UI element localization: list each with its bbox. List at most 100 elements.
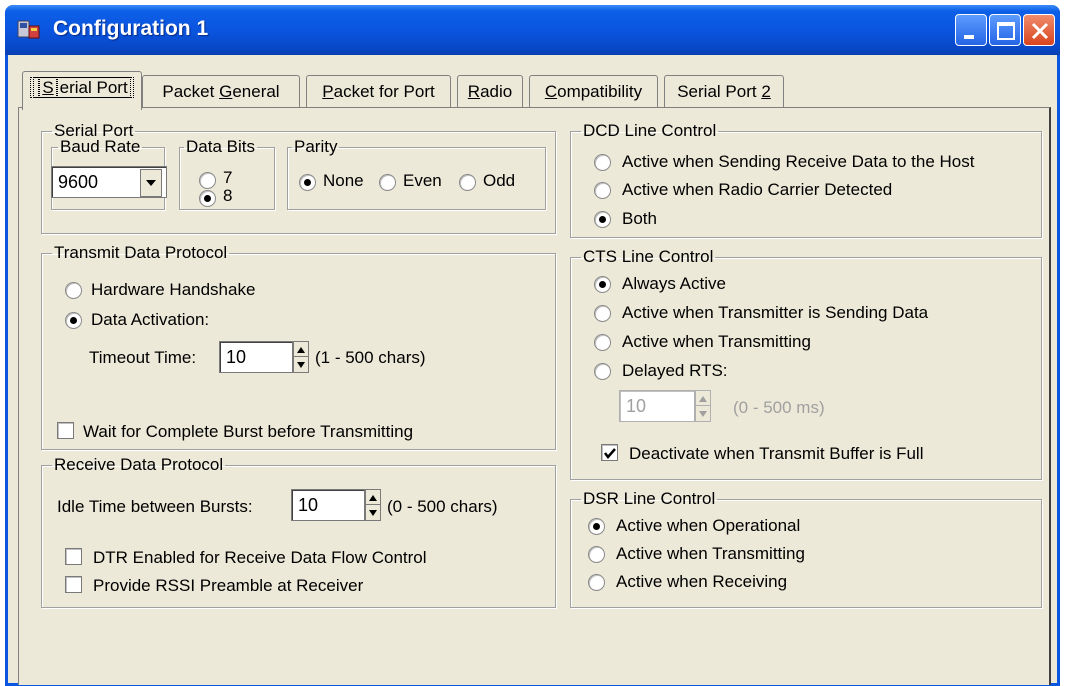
cts-sending-data-radio[interactable] — [594, 305, 611, 322]
title-bar[interactable]: Configuration 1 — [5, 5, 1060, 55]
data-activation-radio[interactable] — [65, 312, 82, 329]
dcd-carrier-detected-radio[interactable] — [594, 182, 611, 199]
tab-panel: Serial Port Baud Rate 9600 Data Bits 7 8… — [18, 107, 1051, 685]
arrow-down-icon — [369, 510, 377, 516]
dsr-receiving-label: Active when Receiving — [616, 572, 788, 591]
tab-mnemonic: 2 — [761, 82, 771, 101]
wait-burst-checkbox[interactable] — [57, 422, 74, 439]
cts-always-active-radio[interactable] — [594, 276, 611, 293]
deactivate-buffer-full-checkbox[interactable] — [601, 444, 618, 461]
tab-packet-general[interactable]: Packet General — [142, 75, 300, 109]
baud-rate-select[interactable]: 9600 — [51, 166, 167, 198]
tab-mnemonic: S — [39, 77, 57, 98]
tab-compatibility[interactable]: Compatibility — [529, 75, 658, 109]
spin-up-button[interactable] — [696, 391, 710, 406]
arrow-up-icon — [699, 396, 707, 402]
hardware-handshake-radio[interactable] — [65, 282, 82, 299]
idle-time-spinner[interactable] — [365, 489, 381, 521]
dsr-transmitting-label: Active when Transmitting — [616, 544, 805, 563]
spin-up-button[interactable] — [294, 342, 308, 357]
parity-none-radio[interactable] — [299, 174, 316, 191]
delayed-rts-value: 10 — [626, 396, 647, 416]
dtr-enabled-label: DTR Enabled for Receive Data Flow Contro… — [93, 548, 427, 567]
spin-down-button[interactable] — [366, 505, 380, 520]
tab-label-post: eneral — [232, 82, 280, 101]
parity-even-label: Even — [403, 171, 442, 190]
data-bits-legend: Data Bits — [186, 137, 255, 156]
maximize-icon — [997, 22, 1015, 40]
baud-rate-dropdown-button[interactable] — [140, 169, 162, 197]
close-icon — [1031, 22, 1049, 40]
parity-none-label: None — [323, 171, 364, 190]
tab-packet-for-port[interactable]: Packet for Port — [306, 75, 451, 109]
hardware-handshake-label: Hardware Handshake — [91, 280, 256, 299]
arrow-down-icon — [699, 411, 707, 417]
cts-transmitting-label: Active when Transmitting — [622, 332, 811, 351]
timeout-time-spinner[interactable] — [293, 341, 309, 373]
cts-sending-data-label: Active when Transmitter is Sending Data — [622, 303, 929, 322]
timeout-time-label: Timeout Time: — [89, 348, 197, 367]
tab-mnemonic: C — [544, 82, 558, 101]
spin-down-button[interactable] — [294, 357, 308, 372]
tab-radio[interactable]: Radio — [457, 75, 523, 109]
data-bits-8-radio[interactable] — [199, 190, 216, 207]
delayed-rts-range-label: (0 - 500 ms) — [733, 398, 825, 417]
app-icon — [17, 20, 40, 39]
cts-transmitting-radio[interactable] — [594, 334, 611, 351]
idle-time-label: Idle Time between Bursts: — [57, 497, 253, 516]
timeout-time-input[interactable]: 10 — [219, 341, 293, 373]
close-button[interactable] — [1023, 14, 1055, 46]
cts-delayed-rts-radio[interactable] — [594, 363, 611, 380]
receive-protocol-legend: Receive Data Protocol — [54, 455, 224, 474]
chevron-down-icon — [146, 180, 156, 186]
window-title: Configuration 1 — [53, 17, 209, 40]
dcd-both-radio[interactable] — [594, 211, 611, 228]
dsr-operational-label: Active when Operational — [616, 516, 801, 535]
data-bits-8-label: 8 — [223, 186, 233, 205]
minimize-button[interactable] — [955, 14, 987, 46]
parity-odd-radio[interactable] — [459, 174, 476, 191]
baud-rate-value: 9600 — [58, 172, 99, 192]
dsr-transmitting-radio[interactable] — [588, 546, 605, 563]
checkmark-icon — [604, 448, 616, 459]
rssi-preamble-label: Provide RSSI Preamble at Receiver — [93, 576, 364, 595]
idle-range-label: (0 - 500 chars) — [387, 497, 498, 516]
dcd-both-label: Both — [622, 209, 657, 228]
tab-mnemonic: G — [219, 82, 233, 101]
spin-down-button[interactable] — [696, 406, 710, 421]
idle-time-value: 10 — [298, 495, 319, 515]
cts-always-active-label: Always Active — [622, 274, 726, 293]
tab-label-post: acket for Port — [333, 82, 435, 101]
timeout-range-label: (1 - 500 chars) — [315, 348, 426, 367]
delayed-rts-spinner[interactable] — [695, 390, 711, 422]
dcd-sending-receive-label: Active when Sending Receive Data to the … — [622, 152, 975, 171]
data-bits-7-radio[interactable] — [199, 172, 216, 189]
deactivate-buffer-full-label: Deactivate when Transmit Buffer is Full — [629, 444, 924, 463]
tab-mnemonic: P — [322, 82, 334, 101]
dcd-line-control-legend: DCD Line Control — [583, 121, 717, 140]
spin-up-button[interactable] — [366, 490, 380, 505]
dsr-operational-radio[interactable] — [588, 518, 605, 535]
baud-rate-legend: Baud Rate — [60, 137, 141, 156]
maximize-button[interactable] — [989, 14, 1021, 46]
tab-serial-port-2[interactable]: Serial Port 2 — [664, 75, 784, 109]
tab-serial-port[interactable]: Serial Port — [22, 71, 142, 110]
cts-line-control-legend: CTS Line Control — [583, 247, 714, 266]
arrow-up-icon — [297, 347, 305, 353]
parity-odd-label: Odd — [483, 171, 516, 190]
cts-delayed-rts-label: Delayed RTS: — [622, 361, 728, 380]
minimize-icon — [964, 35, 974, 39]
dtr-enabled-checkbox[interactable] — [65, 548, 82, 565]
data-bits-7-label: 7 — [223, 168, 233, 187]
dcd-sending-receive-radio[interactable] — [594, 154, 611, 171]
dcd-carrier-detected-label: Active when Radio Carrier Detected — [622, 180, 893, 199]
dsr-receiving-radio[interactable] — [588, 574, 605, 591]
wait-burst-label: Wait for Complete Burst before Transmitt… — [83, 422, 414, 441]
arrow-up-icon — [369, 495, 377, 501]
delayed-rts-input[interactable]: 10 — [619, 390, 695, 422]
arrow-down-icon — [297, 362, 305, 368]
rssi-preamble-checkbox[interactable] — [65, 576, 82, 593]
idle-time-input[interactable]: 10 — [291, 489, 365, 521]
tab-mnemonic: R — [467, 82, 481, 101]
parity-even-radio[interactable] — [379, 174, 396, 191]
